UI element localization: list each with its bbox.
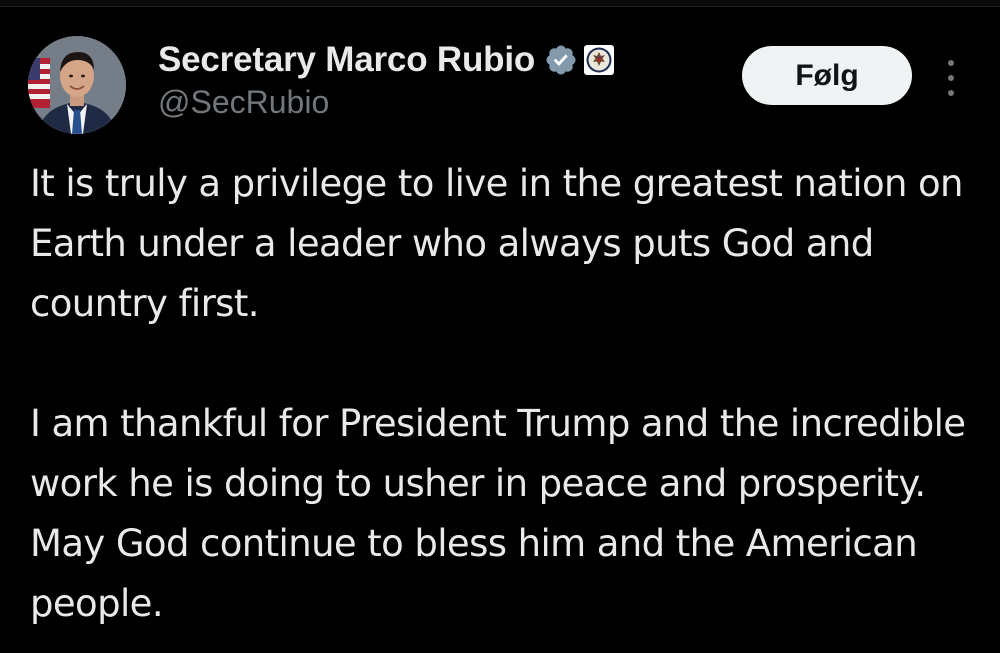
avatar[interactable] (28, 36, 126, 134)
author-display-name[interactable]: Secretary Marco Rubio (158, 40, 535, 80)
author-handle[interactable]: @SecRubio (158, 84, 329, 121)
us-state-department-seal-icon (583, 44, 615, 76)
more-options-vertical-icon[interactable] (934, 58, 968, 98)
more-dot (948, 90, 954, 96)
more-dot (948, 75, 954, 81)
tweet-paragraph-2: I am thankful for President Trump and th… (30, 402, 966, 625)
verified-badge-icon[interactable] (544, 43, 578, 77)
author-name-row: Secretary Marco Rubio (158, 38, 615, 82)
tweet-paragraph-1: It is truly a privilege to live in the g… (30, 162, 964, 325)
top-divider (0, 0, 1000, 7)
follow-button[interactable]: Følg (742, 46, 912, 105)
profile-photo (28, 36, 126, 134)
tweet-text: It is truly a privilege to live in the g… (30, 154, 985, 634)
more-dot (948, 60, 954, 66)
